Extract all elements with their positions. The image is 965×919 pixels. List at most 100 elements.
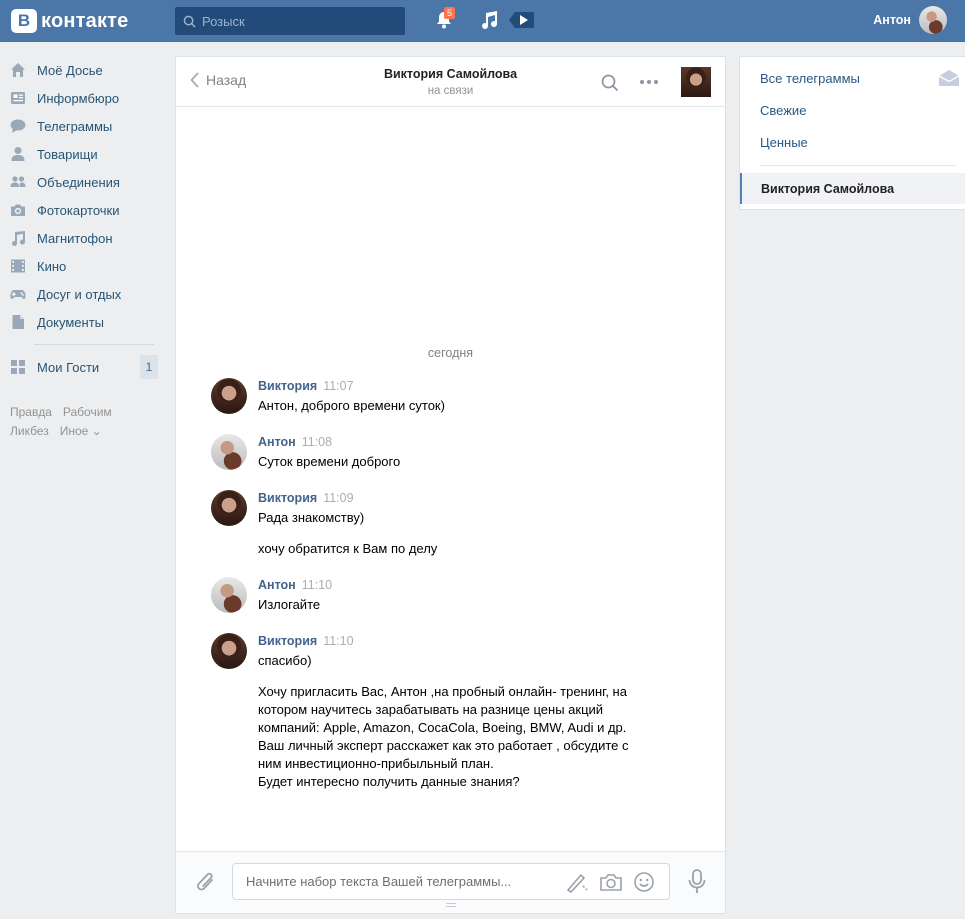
logo-text: контакте (41, 9, 129, 32)
search-icon (183, 15, 196, 28)
nav-item-documents[interactable]: Документы (0, 308, 170, 336)
nav-label: Товарищи (37, 146, 98, 162)
message-group: Антон 11:08 Суток времени доброго (211, 434, 691, 474)
nav-item-messages[interactable]: Телеграммы (0, 112, 170, 140)
message-author[interactable]: Виктория (258, 379, 317, 393)
message-group: Виктория 11:09 Рада знакомству) хочу обра… (211, 490, 691, 565)
search-input[interactable] (202, 13, 392, 29)
guests-counter: 1 (140, 355, 158, 379)
message-time[interactable]: 11:07 (323, 379, 353, 393)
nav-item-guests[interactable]: Мои Гости 1 (0, 353, 170, 381)
nav-item-music[interactable]: Магнитофон (0, 224, 170, 252)
user-name: Антон (873, 13, 911, 27)
nav-label: Моё Досье (37, 62, 103, 78)
message-author[interactable]: Антон (258, 578, 296, 592)
camera-icon[interactable] (599, 871, 623, 893)
avatar[interactable] (211, 434, 247, 470)
microphone-icon[interactable] (687, 869, 707, 895)
message-meta: Виктория 11:10 (258, 634, 354, 648)
message-time[interactable]: 11:10 (302, 578, 332, 592)
logo-badge: В (11, 9, 37, 33)
avatar[interactable] (211, 378, 247, 414)
search-icon[interactable] (601, 74, 619, 92)
nav-label: Мои Гости (37, 359, 100, 375)
nav-item-games[interactable]: Досуг и отдых (0, 280, 170, 308)
peer-avatar[interactable] (681, 67, 711, 97)
nav-label: Магнитофон (37, 230, 113, 246)
nav-divider (34, 344, 154, 345)
avatar[interactable] (211, 490, 247, 526)
nav-item-profile[interactable]: Моё Досье (0, 56, 170, 84)
gamepad-icon (10, 286, 26, 302)
nav-item-groups[interactable]: Объединения (0, 168, 170, 196)
nav-item-video[interactable]: Кино (0, 252, 170, 280)
more-icon[interactable] (639, 79, 659, 85)
active-conversation[interactable]: Виктория Самойлова (740, 173, 965, 204)
nav-item-photos[interactable]: Фотокарточки (0, 196, 170, 224)
message-author[interactable]: Виктория (258, 491, 317, 505)
message-time[interactable]: 11:09 (323, 491, 353, 505)
message-author[interactable]: Антон (258, 435, 296, 449)
paperclip-icon[interactable] (195, 870, 217, 894)
news-icon (10, 90, 26, 106)
message-text: Антон, доброго времени суток) (258, 398, 445, 413)
avatar[interactable] (211, 577, 247, 613)
message-line: котором научитесь зарабатывать на разниц… (258, 702, 604, 717)
message-meta: Виктория 11:09 (258, 491, 354, 505)
message-group: Антон 11:10 Излогайте (211, 577, 691, 617)
message-group: Виктория 11:10 спасибо) Хочу пригласить В… (211, 633, 691, 793)
message-text: хочу обратится к Вам по делу (258, 541, 438, 556)
message-input[interactable] (246, 874, 546, 889)
friends-icon (10, 146, 26, 162)
vk-logo[interactable]: В контакте (11, 8, 129, 34)
left-nav: Моё Досье Информбюро Телеграммы Товарищи… (0, 56, 170, 441)
envelope-icon[interactable] (938, 69, 960, 87)
resize-handle[interactable] (446, 903, 456, 907)
folder-all[interactable]: Все телеграммы (760, 71, 860, 86)
message-text: спасибо) (258, 653, 312, 668)
date-separator: сегодня (427, 346, 474, 360)
nav-label: Кино (37, 258, 67, 274)
avatar[interactable] (211, 633, 247, 669)
top-bar: В контакте 5 Антон (0, 0, 965, 42)
smile-icon[interactable] (633, 871, 655, 893)
music-icon (10, 230, 26, 246)
play-icon[interactable] (509, 10, 535, 30)
nav-label: Досуг и отдых (37, 286, 122, 302)
message-line: Хочу пригласить Вас, Антон ,на пробный о… (258, 684, 627, 699)
message-author[interactable]: Виктория (258, 634, 317, 648)
message-line: Ваш личный эксперт расскажет как это раб… (258, 738, 629, 753)
music-icon[interactable] (480, 10, 498, 30)
document-icon (10, 314, 26, 330)
search-box[interactable] (175, 7, 405, 35)
message-line: Будет интересно получить данные знания? (258, 774, 520, 789)
apps-icon (10, 359, 26, 375)
message-time[interactable]: 11:10 (323, 634, 353, 648)
folder-unread[interactable]: Свежие (760, 103, 806, 118)
messages-icon (10, 118, 26, 134)
footer-link-more[interactable]: Иное ⌄ (60, 424, 102, 438)
film-icon (10, 258, 26, 274)
folder-important[interactable]: Ценные (760, 135, 808, 150)
user-avatar (919, 6, 947, 34)
peer-status: на связи (427, 85, 474, 97)
groups-icon (10, 174, 26, 190)
message-group: Виктория 11:07 Антон, доброго времени сут… (211, 378, 691, 418)
message-meta: Виктория 11:07 (258, 379, 354, 393)
folders-divider (760, 165, 956, 166)
nav-item-friends[interactable]: Товарищи (0, 140, 170, 168)
footer-link[interactable]: Рабочим (63, 405, 112, 419)
message-text: Рада знакомству) (258, 510, 365, 525)
user-menu[interactable]: Антон (873, 6, 947, 34)
conversation-header: Назад Виктория Самойлова на связи (176, 57, 725, 107)
message-input-box[interactable] (232, 863, 670, 900)
nav-label: Информбюро (37, 90, 120, 106)
camera-icon (10, 202, 26, 218)
nav-label: Телеграммы (37, 118, 113, 134)
message-time[interactable]: 11:08 (302, 435, 332, 449)
nav-item-news[interactable]: Информбюро (0, 84, 170, 112)
message-meta: Антон 11:10 (258, 578, 332, 592)
footer-link[interactable]: Ликбез (10, 424, 49, 438)
footer-link[interactable]: Правда (10, 405, 52, 419)
graffiti-icon[interactable] (565, 871, 589, 893)
